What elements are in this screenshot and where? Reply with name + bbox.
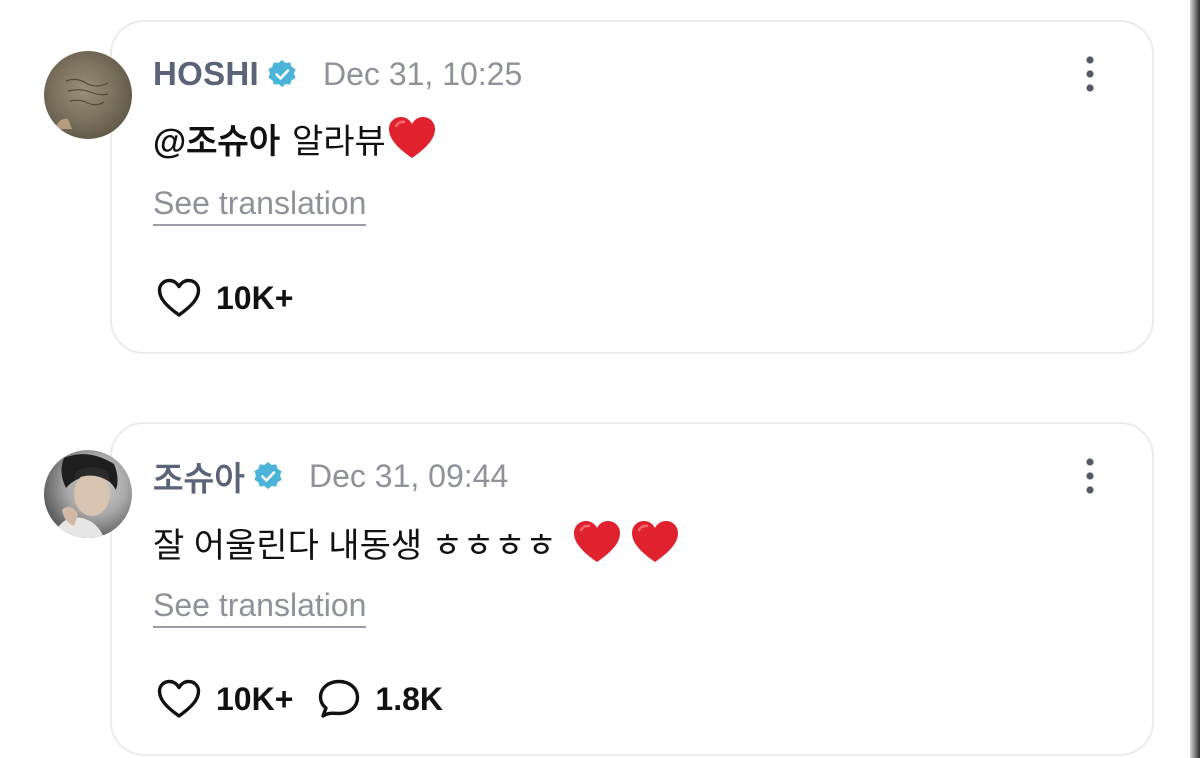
mention-link[interactable]: @조슈아 (153, 114, 280, 163)
comment-header: HOSHI Dec 31, 10:25 (153, 52, 522, 96)
avatar-image (52, 454, 118, 538)
username[interactable]: 조슈아 (153, 452, 245, 500)
avatar-image (54, 78, 109, 129)
speech-bubble-icon[interactable] (317, 678, 361, 720)
comment-actions: 10K+ 1.8K (156, 675, 443, 723)
right-edge-strip (1190, 0, 1200, 758)
like-count: 10K+ (216, 680, 294, 717)
reply-count: 1.8K (375, 680, 443, 717)
comment-text: @조슈아 알라뷰 (153, 112, 438, 164)
timestamp: Dec 31, 09:44 (308, 457, 509, 494)
heart-outline-icon[interactable] (156, 277, 202, 319)
avatar[interactable] (44, 51, 132, 139)
comment-header: 조슈아 Dec 31, 09:44 (153, 454, 508, 498)
red-heart-icon (573, 521, 620, 562)
timestamp: Dec 31, 10:25 (323, 55, 523, 92)
see-translation-link[interactable]: See translation (153, 586, 367, 628)
more-vertical-icon[interactable] (1084, 54, 1096, 94)
verified-badge-icon (254, 462, 282, 489)
comment-actions: 10K+ (156, 274, 293, 322)
heart-outline-icon[interactable] (156, 678, 202, 720)
red-heart-icon (631, 521, 678, 562)
message-body: 알라뷰 (292, 122, 386, 161)
see-translation-link[interactable]: See translation (153, 184, 367, 226)
like-count: 10K+ (216, 279, 294, 316)
message-body: 잘 어울린다 내동생 ㅎㅎㅎㅎ (153, 526, 557, 565)
more-vertical-icon[interactable] (1084, 456, 1096, 496)
comment-text: 잘 어울린다 내동생 ㅎㅎㅎㅎ (153, 516, 681, 568)
red-heart-icon (388, 117, 435, 158)
avatar[interactable] (44, 450, 132, 538)
verified-badge-icon (268, 60, 296, 87)
username[interactable]: HOSHI (153, 55, 259, 93)
